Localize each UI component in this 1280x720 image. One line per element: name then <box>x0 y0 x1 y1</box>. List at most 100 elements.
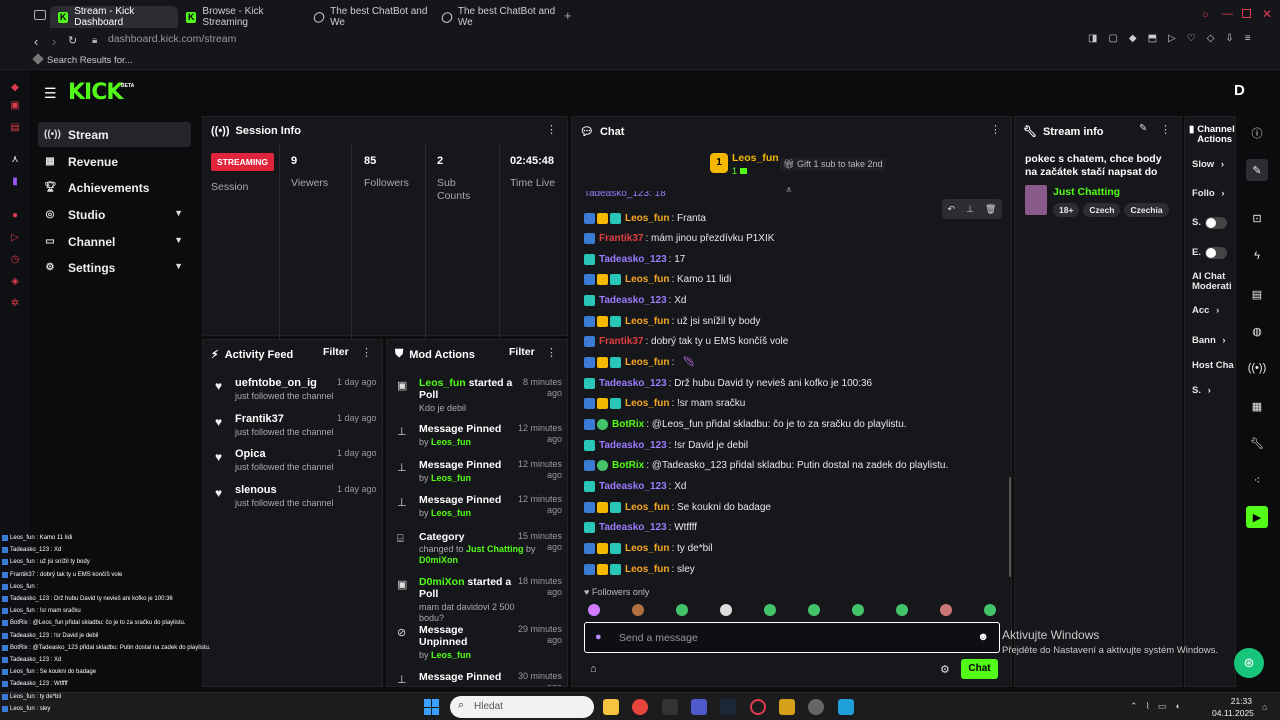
app-icon[interactable] <box>808 699 824 715</box>
top-gifter-name[interactable]: Leos_fun <box>732 152 779 164</box>
kick-logo[interactable]: KICK <box>68 80 123 105</box>
chat-message-input[interactable]: ● Send a message ☻ <box>584 622 1000 653</box>
chat-username[interactable]: Tadeasko_123 <box>599 295 667 306</box>
tab-stream-dashboard[interactable]: K Stream - Kick Dashboard <box>50 6 178 28</box>
chat-username[interactable]: Frantik37 <box>599 336 643 347</box>
reply-icon[interactable]: ↶ <box>948 204 956 215</box>
activity-filter-button[interactable]: Filter <box>323 346 349 358</box>
maximize-button[interactable] <box>1242 9 1251 18</box>
chat-username[interactable]: Leos_fun <box>625 213 669 224</box>
chat-username[interactable]: Tadeasko_123 <box>599 378 667 389</box>
emote-icon[interactable] <box>896 604 908 616</box>
back-button[interactable]: ‹ <box>34 34 38 49</box>
menu-icon[interactable]: ☰ <box>44 85 57 102</box>
chat-username[interactable]: BotRix <box>612 419 644 430</box>
nav-settings[interactable]: ⚙ Settings ▼ <box>38 255 191 280</box>
emote-icon[interactable] <box>720 604 732 616</box>
history-icon[interactable]: ◷ <box>9 254 21 266</box>
group-icon[interactable]: ⁖ <box>1246 469 1268 491</box>
action-host-channel[interactable]: Host Cha <box>1192 360 1234 371</box>
help-chat-icon[interactable]: ⊛ <box>1234 648 1264 678</box>
sidebar-app-icon[interactable]: ▷ <box>9 232 21 244</box>
action-banned-words[interactable]: Bann › <box>1192 335 1226 346</box>
url-field[interactable]: dashboard.kick.com/stream <box>108 33 236 45</box>
kebab-menu-icon[interactable]: ⋮ <box>361 346 372 359</box>
nav-achievements[interactable]: 🏆︎ Achievements <box>38 175 191 200</box>
tag-chip[interactable]: Czech <box>1083 203 1121 217</box>
chat-send-button[interactable]: Chat <box>961 659 998 679</box>
kebab-menu-icon[interactable]: ⋮ <box>546 123 557 136</box>
document-icon[interactable]: ▤ <box>1246 283 1268 305</box>
sidebar-app-icon[interactable]: ▣ <box>9 100 21 112</box>
edit-icon[interactable]: ✎ <box>1246 159 1268 181</box>
chat-username[interactable]: Leos_fun <box>625 564 669 575</box>
emote-only-toggle[interactable] <box>1205 247 1227 259</box>
emote-icon[interactable] <box>984 604 996 616</box>
app-icon[interactable] <box>779 699 795 715</box>
nav-studio[interactable]: ◎ Studio ▼ <box>38 202 191 227</box>
kebab-menu-icon[interactable]: ⋮ <box>1160 123 1171 136</box>
action-account-age[interactable]: Acc › <box>1192 305 1219 316</box>
chat-username[interactable]: Tadeasko_123 <box>599 481 667 492</box>
notifications-icon[interactable]: ⌂ <box>1262 702 1267 712</box>
chrome-icon[interactable] <box>632 699 648 715</box>
chat-username[interactable]: Frantik37 <box>599 233 643 244</box>
chat-username[interactable]: Tadeasko_123 <box>599 522 667 533</box>
minimize-button[interactable]: — <box>1222 8 1233 20</box>
edit-icon[interactable]: ✎ <box>1139 123 1147 134</box>
store-icon[interactable]: ⌂ <box>590 663 597 675</box>
chat-bubble-icon[interactable]: ◍ <box>1246 320 1268 342</box>
action-followers-only[interactable]: Follo › <box>1192 188 1225 199</box>
category-link[interactable]: Just Chatting <box>1053 186 1120 198</box>
user-avatar[interactable]: D <box>1234 82 1245 99</box>
reload-button[interactable]: ↻ <box>68 34 77 47</box>
mod-filter-button[interactable]: Filter <box>509 346 535 358</box>
emote-icon[interactable] <box>676 604 688 616</box>
chat-username[interactable]: Tadeasko_123 <box>599 254 667 265</box>
nav-stream[interactable]: ((•)) Stream <box>38 122 191 147</box>
layout-icon[interactable]: ▦ <box>1246 395 1268 417</box>
wrench-icon[interactable]: 🔧︎ <box>1246 432 1268 454</box>
kebab-menu-icon[interactable]: ⋮ <box>990 123 1001 136</box>
action-slow-mode[interactable]: Slow › <box>1192 159 1224 170</box>
browser-extension-icons[interactable]: ◨▢◆⬒▷♡◇⇩≡ <box>1088 33 1262 44</box>
chat-username[interactable]: Leos_fun <box>625 357 669 368</box>
target-icon[interactable]: ⊡ <box>1246 207 1268 229</box>
system-tray-icons[interactable]: ⌃⌇▭◖ <box>1130 701 1188 712</box>
sidebar-app-icon[interactable]: ⋏ <box>9 154 21 166</box>
gear-icon[interactable]: ⚙ <box>940 663 950 676</box>
emote-icon[interactable] <box>588 604 600 616</box>
tab-menu-icon[interactable] <box>34 10 46 20</box>
info-icon[interactable]: ⓘ <box>1246 122 1268 144</box>
tag-chip[interactable]: 18+ <box>1053 203 1080 217</box>
taskbar-search[interactable]: ⌕ Hledat <box>450 696 594 718</box>
action-ai-moderation[interactable]: AI Chat Moderati <box>1192 272 1235 292</box>
tag-chip[interactable]: Czechia <box>1124 203 1169 217</box>
tab-chatbot-2[interactable]: The best ChatBot and We <box>434 6 558 28</box>
bookmark-search-results[interactable]: Search Results for... <box>47 55 133 66</box>
category-thumbnail[interactable] <box>1025 185 1047 215</box>
windows-start-icon[interactable] <box>424 699 440 715</box>
tab-browse[interactable]: K Browse - Kick Streaming <box>178 6 306 28</box>
close-window-button[interactable]: ✕ <box>1262 7 1272 21</box>
epic-games-icon[interactable] <box>662 699 678 715</box>
mic-icon[interactable]: ● <box>595 631 602 643</box>
gift-sub-prompt[interactable]: 🎁︎ Gift 1 sub to take 2nd <box>780 158 886 171</box>
chat-username[interactable]: Leos_fun <box>625 398 669 409</box>
steam-icon[interactable] <box>720 699 736 715</box>
chat-username[interactable]: Leos_fun <box>625 316 669 327</box>
opera-icon[interactable] <box>750 699 766 715</box>
sub-only-toggle[interactable] <box>1205 217 1227 229</box>
file-explorer-icon[interactable] <box>603 699 619 715</box>
chat-username[interactable]: Leos_fun <box>625 502 669 513</box>
broadcast-icon[interactable]: ((•)) <box>1246 357 1268 379</box>
collapse-handle-icon[interactable]: ⩡ <box>786 185 792 196</box>
sidebar-app-icon[interactable]: ● <box>9 210 21 222</box>
emote-icon[interactable] <box>632 604 644 616</box>
forward-button[interactable]: › <box>52 34 56 49</box>
sidebar-app-icon[interactable]: ◈ <box>9 276 21 288</box>
app-icon[interactable] <box>838 699 854 715</box>
pin-icon[interactable]: ⊥ <box>966 204 974 215</box>
emote-icon[interactable] <box>764 604 776 616</box>
sidebar-app-icon[interactable]: ▤ <box>9 122 21 134</box>
